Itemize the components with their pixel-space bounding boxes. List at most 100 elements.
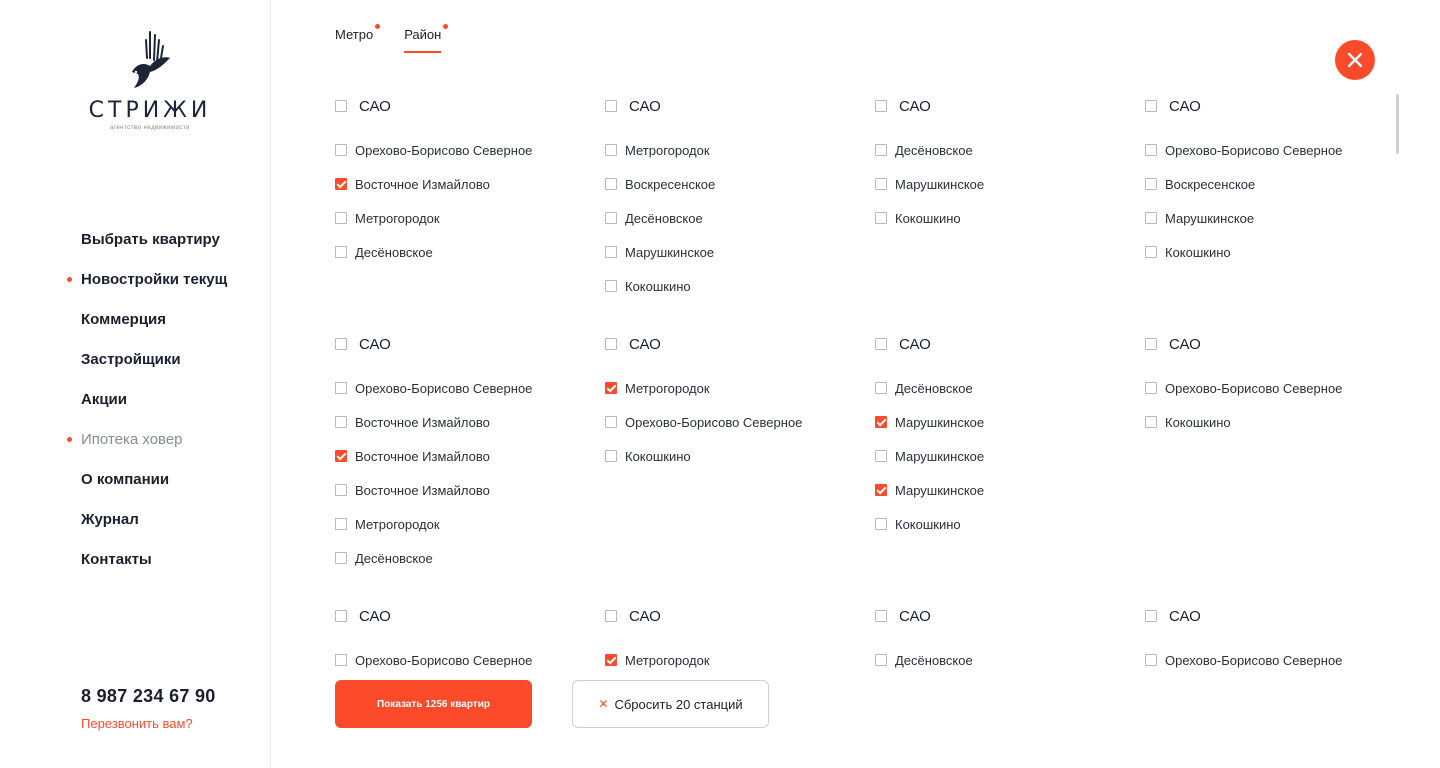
district-checkbox-item[interactable]: Орехово-Борисово Северное	[605, 405, 865, 439]
district-checkbox-item[interactable]: Десёновское	[605, 201, 865, 235]
checkbox-icon[interactable]	[335, 144, 347, 156]
district-checkbox-item[interactable]: Восточное Измайлово	[335, 473, 595, 507]
group-header-checkbox[interactable]: САО	[335, 94, 595, 118]
district-checkbox-item[interactable]: Метрогородок	[605, 133, 865, 167]
district-checkbox-item[interactable]: Метрогородок	[335, 507, 595, 541]
nav-item[interactable]: О компании	[81, 468, 227, 508]
checkbox-icon[interactable]	[335, 610, 347, 622]
checkbox-icon[interactable]	[875, 654, 887, 666]
checkbox-icon[interactable]	[1145, 654, 1157, 666]
district-checkbox-item[interactable]: Орехово-Борисово Северное	[335, 371, 595, 405]
checkbox-icon[interactable]	[335, 246, 347, 258]
district-checkbox-item[interactable]: Марушкинское	[605, 235, 865, 269]
show-apartments-button[interactable]: Показать 1256 квартир	[335, 680, 532, 728]
checkbox-icon[interactable]	[605, 144, 617, 156]
checked-checkbox-icon[interactable]	[335, 178, 347, 190]
district-checkbox-item[interactable]: Орехово-Борисово Северное	[1145, 133, 1405, 167]
checkbox-icon[interactable]	[335, 416, 347, 428]
nav-item[interactable]: Журнал	[81, 508, 227, 548]
group-header-checkbox[interactable]: САО	[1145, 604, 1405, 628]
district-checkbox-item[interactable]: Кокошкино	[605, 269, 865, 303]
nav-item[interactable]: Застройщики	[81, 348, 227, 388]
checkbox-icon[interactable]	[875, 610, 887, 622]
district-checkbox-item[interactable]: Орехово-Борисово Северное	[1145, 371, 1405, 405]
checkbox-icon[interactable]	[1145, 246, 1157, 258]
district-checkbox-item[interactable]: Метрогородок	[605, 643, 865, 677]
district-checkbox-item[interactable]: Марушкинское	[875, 439, 1135, 473]
district-checkbox-item[interactable]: Десёновское	[875, 133, 1135, 167]
district-checkbox-item[interactable]: Кокошкино	[875, 507, 1135, 541]
checkbox-icon[interactable]	[335, 338, 347, 350]
nav-item[interactable]: Ипотека ховер	[67, 428, 227, 468]
checkbox-icon[interactable]	[875, 100, 887, 112]
district-checkbox-item[interactable]: Метрогородок	[335, 201, 595, 235]
checkbox-icon[interactable]	[875, 338, 887, 350]
checkbox-icon[interactable]	[605, 280, 617, 292]
district-checkbox-item[interactable]: Восточное Измайлово	[335, 439, 595, 473]
checkbox-icon[interactable]	[1145, 178, 1157, 190]
nav-item[interactable]: Выбрать квартиру	[81, 228, 227, 268]
checkbox-icon[interactable]	[335, 552, 347, 564]
checkbox-icon[interactable]	[875, 178, 887, 190]
checkbox-icon[interactable]	[1145, 100, 1157, 112]
group-header-checkbox[interactable]: САО	[605, 94, 865, 118]
checkbox-icon[interactable]	[1145, 610, 1157, 622]
checked-checkbox-icon[interactable]	[335, 450, 347, 462]
nav-item[interactable]: Акции	[81, 388, 227, 428]
nav-item[interactable]: Новостройки текущ	[67, 268, 227, 308]
checkbox-icon[interactable]	[335, 100, 347, 112]
district-checkbox-item[interactable]: Марушкинское	[1145, 201, 1405, 235]
district-checkbox-item[interactable]: Метрогородок	[605, 371, 865, 405]
group-header-checkbox[interactable]: САО	[875, 94, 1135, 118]
checkbox-icon[interactable]	[1145, 382, 1157, 394]
checkbox-icon[interactable]	[335, 382, 347, 394]
district-checkbox-item[interactable]: Орехово-Борисово Северное	[335, 643, 595, 677]
checkbox-icon[interactable]	[605, 178, 617, 190]
district-checkbox-item[interactable]: Восточное Измайлово	[335, 167, 595, 201]
district-checkbox-item[interactable]: Воскресенское	[605, 167, 865, 201]
checkbox-icon[interactable]	[605, 212, 617, 224]
district-checkbox-item[interactable]: Марушкинское	[875, 167, 1135, 201]
checkbox-icon[interactable]	[1145, 416, 1157, 428]
group-header-checkbox[interactable]: САО	[1145, 94, 1405, 118]
district-checkbox-item[interactable]: Кокошкино	[1145, 405, 1405, 439]
checked-checkbox-icon[interactable]	[875, 416, 887, 428]
checkbox-icon[interactable]	[875, 450, 887, 462]
close-button[interactable]	[1335, 40, 1375, 80]
checkbox-icon[interactable]	[875, 382, 887, 394]
checkbox-icon[interactable]	[335, 518, 347, 530]
district-checkbox-item[interactable]: Орехово-Борисово Северное	[1145, 643, 1405, 677]
group-header-checkbox[interactable]: САО	[335, 332, 595, 356]
district-checkbox-item[interactable]: Десёновское	[335, 541, 595, 575]
district-checkbox-item[interactable]: Восточное Измайлово	[335, 405, 595, 439]
district-checkbox-item[interactable]: Воскресенское	[1145, 167, 1405, 201]
checked-checkbox-icon[interactable]	[875, 484, 887, 496]
district-checkbox-item[interactable]: Кокошкино	[875, 201, 1135, 235]
checkbox-icon[interactable]	[1145, 212, 1157, 224]
phone-number[interactable]: 8 987 234 67 90	[81, 686, 216, 707]
district-checkbox-item[interactable]: Десёновское	[335, 235, 595, 269]
checkbox-icon[interactable]	[335, 654, 347, 666]
group-header-checkbox[interactable]: САО	[335, 604, 595, 628]
district-checkbox-item[interactable]: Десёновское	[875, 371, 1135, 405]
checkbox-icon[interactable]	[1145, 338, 1157, 350]
reset-stations-button[interactable]: ✕ Сбросить 20 станций	[572, 680, 769, 728]
district-checkbox-item[interactable]: Десёновское	[875, 643, 1135, 677]
checkbox-icon[interactable]	[605, 416, 617, 428]
checkbox-icon[interactable]	[605, 450, 617, 462]
tab-district[interactable]: Район	[404, 24, 449, 54]
checkbox-icon[interactable]	[605, 610, 617, 622]
checkbox-icon[interactable]	[605, 100, 617, 112]
group-header-checkbox[interactable]: САО	[605, 332, 865, 356]
group-header-checkbox[interactable]: САО	[605, 604, 865, 628]
callback-link[interactable]: Перезвонить вам?	[81, 716, 193, 731]
checkbox-icon[interactable]	[605, 246, 617, 258]
group-header-checkbox[interactable]: САО	[875, 604, 1135, 628]
checkbox-icon[interactable]	[1145, 144, 1157, 156]
checkbox-icon[interactable]	[875, 518, 887, 530]
district-checkbox-item[interactable]: Марушкинское	[875, 405, 1135, 439]
nav-item[interactable]: Коммерция	[81, 308, 227, 348]
nav-item[interactable]: Контакты	[81, 548, 227, 588]
checked-checkbox-icon[interactable]	[605, 382, 617, 394]
checkbox-icon[interactable]	[335, 212, 347, 224]
